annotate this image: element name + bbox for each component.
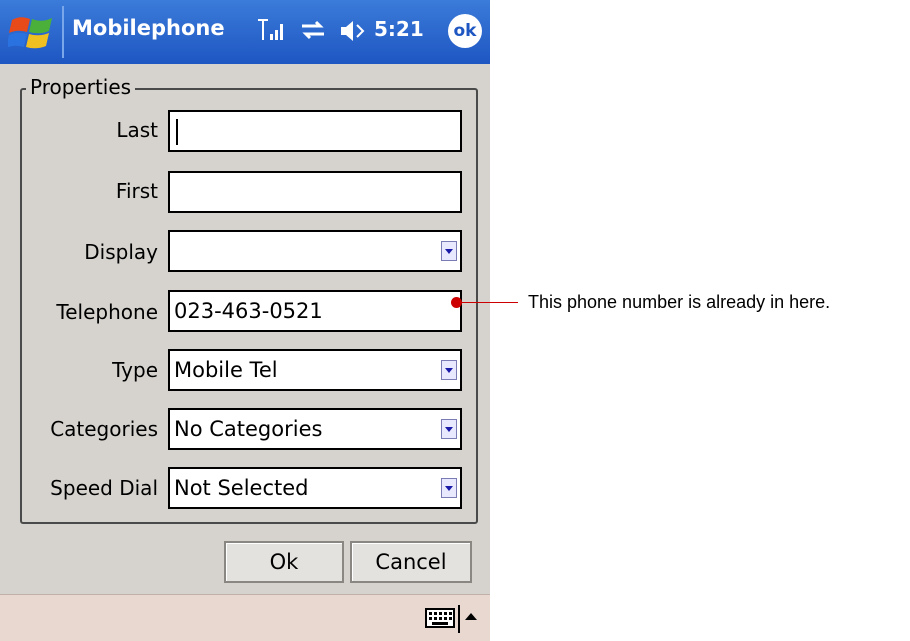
speed-dial-value: Not Selected — [174, 476, 309, 500]
type-value: Mobile Tel — [174, 358, 278, 382]
menu-separator — [458, 605, 460, 633]
speed-dial-dropdown[interactable]: Not Selected — [168, 467, 462, 509]
cancel-button[interactable]: Cancel — [350, 541, 472, 583]
display-label: Display — [84, 240, 158, 264]
categories-label: Categories — [50, 417, 158, 441]
chevron-down-icon[interactable] — [441, 241, 457, 261]
properties-label: Properties — [26, 75, 136, 99]
sync-icon[interactable] — [298, 14, 328, 48]
categories-value: No Categories — [174, 417, 323, 441]
display-dropdown[interactable] — [168, 230, 462, 272]
type-label: Type — [112, 358, 158, 382]
clock-time[interactable]: 5:21 — [374, 17, 424, 41]
first-name-input[interactable] — [168, 171, 462, 213]
last-label: Last — [116, 118, 158, 142]
menu-bar — [0, 594, 490, 641]
first-label: First — [115, 179, 158, 203]
app-title: Mobilephone — [72, 16, 225, 40]
ok-button[interactable]: Ok — [224, 541, 344, 583]
up-arrow-icon[interactable] — [465, 613, 477, 620]
volume-icon[interactable] — [338, 14, 368, 48]
categories-dropdown[interactable]: No Categories — [168, 408, 462, 450]
pocketpc-screen: Mobilephone 5:21 ok Properties Last Firs… — [0, 0, 490, 641]
keyboard-icon[interactable] — [425, 608, 455, 628]
chevron-down-icon[interactable] — [441, 419, 457, 439]
speed-dial-label: Speed Dial — [50, 476, 158, 500]
last-name-input[interactable] — [168, 110, 462, 152]
telephone-input[interactable]: 023-463-0521 — [168, 290, 462, 332]
type-dropdown[interactable]: Mobile Tel — [168, 349, 462, 391]
title-separator — [62, 6, 64, 58]
callout-line — [456, 302, 518, 303]
ok-icon[interactable]: ok — [448, 14, 482, 48]
chevron-down-icon[interactable] — [441, 478, 457, 498]
chevron-down-icon[interactable] — [441, 360, 457, 380]
signal-icon[interactable] — [256, 14, 286, 48]
telephone-label: Telephone — [56, 300, 158, 324]
callout-text: This phone number is already in here. — [528, 292, 831, 312]
title-bar: Mobilephone 5:21 ok — [0, 0, 490, 64]
windows-start-icon[interactable] — [8, 12, 56, 52]
